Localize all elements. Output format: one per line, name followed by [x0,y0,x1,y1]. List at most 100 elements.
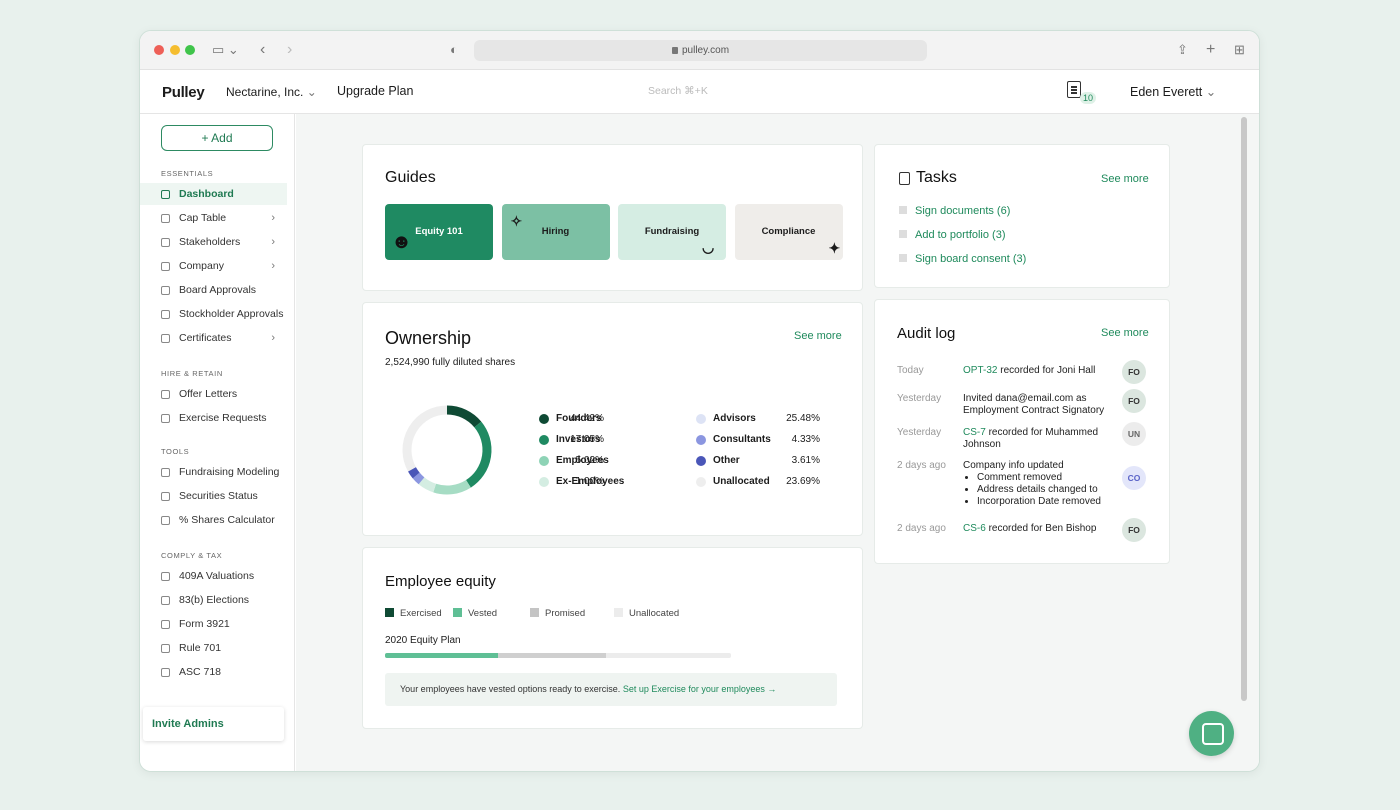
legend-swatch [530,608,539,617]
sidebar-toggle-icon[interactable]: ▭ ⌄ [212,40,239,60]
sidebar-item-form-3921[interactable]: Form 3921 [140,613,287,635]
sidebar-item-stockholder-approvals[interactable]: Stockholder Approvals [140,303,287,325]
sidebar-item-offer-letters[interactable]: Offer Letters [140,383,287,405]
sidebar-item-stakeholders[interactable]: Stakeholders › [140,231,287,253]
sidebar-item-company[interactable]: Company › [140,255,287,277]
chevron-right-icon: › [271,212,275,224]
sidebar-item-label: Offer Letters [179,388,238,400]
task-item[interactable]: Sign board consent (3) [899,253,1026,265]
audit-text: Invited dana@email.com as Employment Con… [963,393,1105,416]
share-icon[interactable]: ⇪ [1177,40,1188,60]
audit-change-item: Comment removed [977,472,1113,484]
add-button[interactable]: + Add [161,125,273,151]
audit-description: OPT-32 recorded for Joni Hall [963,365,1113,377]
document-icon [161,668,170,677]
sidebar-item-asc-718[interactable]: ASC 718 [140,661,287,683]
task-item[interactable]: Add to portfolio (3) [899,229,1006,241]
guide-card-equity-101[interactable]: Equity 101 ☻ [385,204,493,260]
audit-see-more-link[interactable]: See more [1101,327,1149,339]
legend-name: Other [713,455,740,466]
thumbs-up-icon [161,310,170,319]
donut-segment-ex-employees [418,477,437,493]
sidebar-item-cap-table[interactable]: Cap Table › [140,207,287,229]
minimize-window-button[interactable] [170,45,180,55]
back-icon[interactable]: ‹ [260,40,265,60]
task-count-badge: 10 [1080,92,1097,104]
legend-swatch [696,477,706,487]
sidebar-item-label: % Shares Calculator [179,514,275,526]
ownership-see-more-link[interactable]: See more [794,330,842,342]
legend-item-other: Other 3.61% [696,454,820,468]
legend-value: 3.61% [791,455,820,466]
task-item[interactable]: Sign documents (6) [899,205,1010,217]
avatar[interactable]: UN [1122,422,1146,446]
close-window-button[interactable] [154,45,164,55]
sidebar-item-label: 409A Valuations [179,570,255,582]
checkbox-icon[interactable] [899,206,907,214]
sidebar-item-shares-calculator[interactable]: % Shares Calculator [140,509,287,531]
sidebar-item-rule-701[interactable]: Rule 701 [140,637,287,659]
legend-swatch [539,477,549,487]
guide-card-hiring[interactable]: Hiring ✧ [501,204,610,260]
checkbox-icon[interactable] [899,254,907,262]
sidebar-item-exercise-requests[interactable]: Exercise Requests [140,407,287,429]
chat-button[interactable] [1189,711,1234,756]
legend-name: Consultants [713,434,771,445]
setup-exercise-link[interactable]: Set up Exercise for your employees → [623,684,777,694]
sidebar-section-title: COMPLY & TAX [161,551,223,560]
guide-card-compliance[interactable]: Compliance ✦ [734,204,843,260]
upgrade-plan-link[interactable]: Upgrade Plan [337,84,413,98]
forward-icon[interactable]: › [287,40,292,60]
legend-item-unallocated: Unallocated 23.69% [696,475,820,489]
sidebar-item-board-approvals[interactable]: Board Approvals [140,279,287,301]
donut-segment-other [408,467,420,479]
equity-bar-vested [385,653,498,658]
sidebar-item-409a-valuations[interactable]: 409A Valuations [140,565,287,587]
audit-record-link[interactable]: CS-7 [963,427,986,438]
checkbox-icon[interactable] [899,230,907,238]
audit-record-link[interactable]: CS-6 [963,523,986,534]
zoom-window-button[interactable] [185,45,195,55]
sidebar-section-title: TOOLS [161,447,190,456]
tasks-clipboard-icon[interactable] [1067,81,1081,98]
sidebar-item-fundraising-modeling[interactable]: Fundraising Modeling [140,461,287,483]
employee-equity-title: Employee equity [385,573,496,590]
guide-card-fundraising[interactable]: Fundraising ◡ [618,204,726,260]
avatar[interactable]: FO [1122,360,1146,384]
employee-equity-card: Employee equity Exercised Vested Promised U… [362,547,863,729]
legend-swatch [696,456,706,466]
tab-overview-icon[interactable]: ⊞ [1234,40,1245,60]
audit-record-link[interactable]: OPT-32 [963,365,997,376]
equity-legend-vested: Vested [453,608,497,619]
sidebar-item-securities-status[interactable]: Securities Status [140,485,287,507]
legend-swatch [696,414,706,424]
avatar[interactable]: FO [1122,518,1146,542]
legend-label: Vested [468,608,498,619]
invite-admins-button[interactable]: Invite Admins [143,707,284,741]
privacy-shield-icon[interactable]: ◐ [450,40,458,60]
tasks-see-more-link[interactable]: See more [1101,173,1149,185]
guide-label: Equity 101 [415,226,463,237]
legend-swatch [539,435,549,445]
company-switcher[interactable]: Nectarine, Inc. ⌄ [226,85,317,99]
browser-toolbar: ▭ ⌄ ‹ › ◐ pulley.com ⇪ + ⊞ [140,31,1259,70]
sidebar-item-certificates[interactable]: Certificates › [140,327,287,349]
search-input[interactable]: Search ⌘+K [648,85,708,97]
logo[interactable]: Pulley [162,84,205,101]
task-label: Sign board consent (3) [915,253,1027,265]
sidebar-item-label: Dashboard [179,188,234,200]
legend-label: Unallocated [629,608,680,619]
legend-name: Unallocated [713,476,770,487]
address-bar[interactable]: pulley.com [474,40,927,61]
scrollbar[interactable] [1241,117,1247,701]
sidebar-item-83-b-elections[interactable]: 83(b) Elections [140,589,287,611]
user-menu[interactable]: Eden Everett ⌄ [1130,84,1216,99]
sidebar-item-dashboard[interactable]: Dashboard [140,183,287,205]
ownership-card: Ownership See more 2,524,990 fully dilut… [362,302,863,536]
legend-value: 23.69% [786,476,820,487]
avatar[interactable]: FO [1122,389,1146,413]
new-tab-icon[interactable]: + [1206,40,1215,60]
audit-text: Company info updated [963,460,1064,471]
clipboard-icon [899,172,910,185]
avatar[interactable]: CO [1122,466,1146,490]
